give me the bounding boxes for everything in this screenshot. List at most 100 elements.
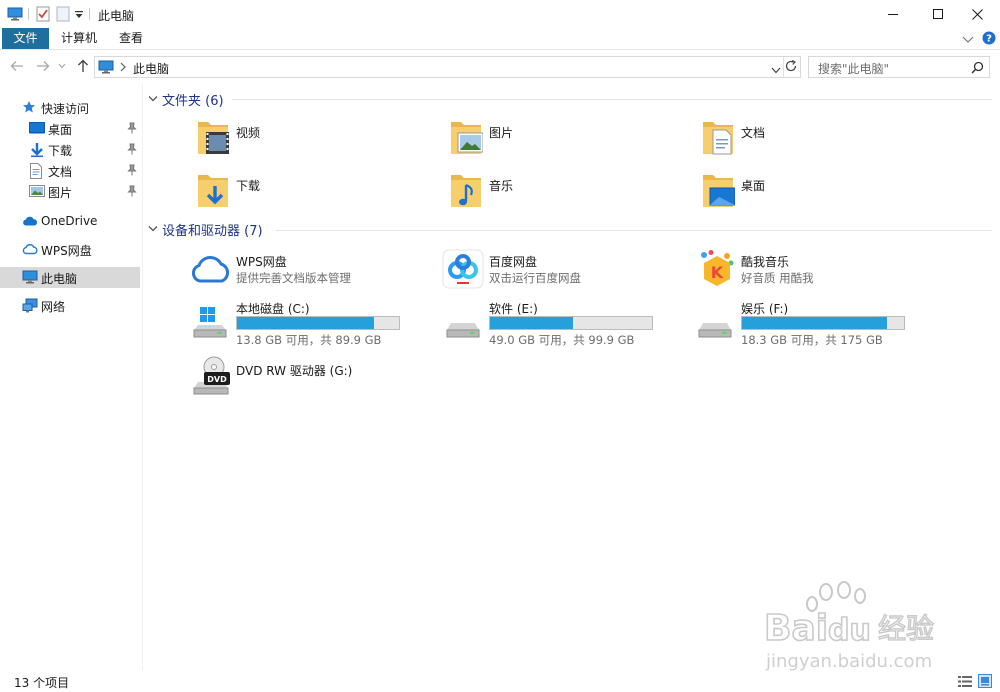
search-icon[interactable] <box>971 61 984 77</box>
address-dropdown-icon[interactable] <box>771 63 781 77</box>
nav-label: WPS网盘 <box>41 244 92 258</box>
tab-view[interactable]: 查看 <box>110 28 152 49</box>
watermark-url: jingyan.baidu.com <box>765 651 932 672</box>
item-subtitle: 提供完善文档版本管理 <box>236 271 351 285</box>
dvd-drive-icon: DVD <box>193 356 230 395</box>
nav-label: 此电脑 <box>41 272 78 286</box>
navigation-pane: 快速访问 桌面 下载 文档 图片 OneDrive WPS网盘 此电脑 网络 <box>0 90 142 670</box>
new-folder-icon[interactable] <box>56 6 70 22</box>
nav-quick-access[interactable]: 快速访问 <box>0 97 140 118</box>
item-subtitle: 好音质 用酷我 <box>741 271 814 285</box>
nav-network[interactable]: 网络 <box>0 295 140 316</box>
window-title: 此电脑 <box>98 9 135 23</box>
pin-icon[interactable] <box>127 122 137 134</box>
drive-free-space: 49.0 GB 可用，共 99.9 GB <box>489 333 635 347</box>
pin-icon[interactable] <box>127 185 137 197</box>
search-input[interactable]: 搜索"此电脑" <box>808 56 990 78</box>
title-bar: 此电脑 <box>0 0 1000 28</box>
desktop-folder-icon <box>703 175 735 207</box>
folder-music[interactable]: 音乐 <box>449 171 689 221</box>
back-button[interactable] <box>8 56 26 76</box>
nav-onedrive[interactable]: OneDrive <box>0 211 140 232</box>
drive-c[interactable]: 本地磁盘 (C:) 13.8 GB 可用，共 89.9 GB <box>193 298 438 348</box>
drive-usage-fill <box>742 317 887 329</box>
nav-label: 图片 <box>48 186 73 200</box>
folder-desktop[interactable]: 桌面 <box>701 171 941 221</box>
close-button[interactable] <box>954 0 1000 28</box>
desktop-icon <box>29 121 45 137</box>
document-icon <box>29 163 45 179</box>
ribbon: 文件 计算机 查看 ? <box>0 28 1000 50</box>
folder-pictures[interactable]: 图片 <box>449 118 689 168</box>
drive-usage-bar <box>741 316 905 330</box>
properties-icon[interactable] <box>36 6 50 22</box>
drive-f[interactable]: 娱乐 (F:) 18.3 GB 可用，共 175 GB <box>698 298 943 348</box>
watermark-brand-a: Bai <box>764 608 828 649</box>
drive-name: 娱乐 (F:) <box>741 302 789 316</box>
nav-label: 下载 <box>48 144 73 158</box>
this-pc-icon[interactable] <box>7 6 23 22</box>
nav-item-downloads[interactable]: 下载 <box>0 139 140 160</box>
refresh-icon[interactable] <box>784 59 798 76</box>
customize-qat-icon[interactable] <box>74 6 84 22</box>
svg-text:?: ? <box>986 34 992 45</box>
item-subtitle: 双击运行百度网盘 <box>489 271 581 285</box>
pin-icon[interactable] <box>127 143 137 155</box>
minimize-button[interactable] <box>870 0 916 28</box>
drive-e[interactable]: 软件 (E:) 49.0 GB 可用，共 99.9 GB <box>446 298 691 348</box>
folders-group-title: 文件夹 (6) <box>162 93 224 109</box>
download-folder-icon <box>198 175 228 207</box>
collapse-chevron-icon[interactable] <box>148 95 158 103</box>
nav-item-desktop[interactable]: 桌面 <box>0 118 140 139</box>
drive-free-space: 18.3 GB 可用，共 175 GB <box>741 333 883 347</box>
wps-drive-item[interactable]: WPS网盘 提供完善文档版本管理 <box>190 251 430 301</box>
breadcrumb[interactable]: 此电脑 <box>133 60 169 77</box>
nav-wps-drive[interactable]: WPS网盘 <box>0 239 140 260</box>
drive-usage-bar <box>489 316 653 330</box>
music-folder-icon <box>451 175 481 207</box>
folder-name: 文档 <box>741 126 766 140</box>
item-name: 酷我音乐 <box>741 255 790 269</box>
folder-name: 下载 <box>236 179 261 193</box>
cloud-icon <box>22 242 38 258</box>
help-icon[interactable]: ? <box>982 31 996 48</box>
download-icon <box>29 142 45 158</box>
nav-item-documents[interactable]: 文档 <box>0 160 140 181</box>
kuwo-music-item[interactable]: K 酷我音乐 好音质 用酷我 <box>697 249 937 299</box>
nav-this-pc[interactable]: 此电脑 <box>0 267 140 288</box>
folder-name: 音乐 <box>489 179 514 193</box>
nav-label: 快速访问 <box>41 102 90 116</box>
folder-videos[interactable]: 视频 <box>196 118 436 168</box>
hard-drive-icon <box>698 323 732 338</box>
folder-name: 图片 <box>489 126 514 140</box>
forward-button[interactable] <box>34 56 52 76</box>
folder-documents[interactable]: 文档 <box>701 118 941 168</box>
baidu-jingyan-watermark: Bai du 经验 jingyan.baidu.com <box>762 580 952 675</box>
item-name: 百度网盘 <box>489 255 538 269</box>
tab-computer[interactable]: 计算机 <box>55 28 103 49</box>
devices-group-header[interactable]: 设备和驱动器 (7) <box>147 220 263 239</box>
up-button[interactable] <box>74 56 92 76</box>
dvd-drive[interactable]: DVD DVD RW 驱动器 (G:) <box>190 356 430 406</box>
folders-group-header[interactable]: 文件夹 (6) <box>147 90 224 109</box>
pane-divider[interactable] <box>142 84 143 670</box>
nav-label: 文档 <box>48 165 73 179</box>
drive-usage-bar <box>236 316 400 330</box>
tab-file[interactable]: 文件 <box>2 28 49 49</box>
expand-ribbon-icon[interactable] <box>962 33 974 47</box>
nav-item-pictures[interactable]: 图片 <box>0 181 140 202</box>
drive-free-space: 13.8 GB 可用，共 89.9 GB <box>236 333 382 347</box>
address-bar[interactable]: 此电脑 <box>94 56 801 78</box>
recent-locations-button[interactable] <box>56 56 68 76</box>
watermark-brand-c: 经验 <box>878 612 934 645</box>
large-icons-view-icon[interactable] <box>978 674 992 691</box>
breadcrumb-chevron-icon[interactable] <box>120 61 126 75</box>
details-view-icon[interactable] <box>958 675 972 691</box>
pin-icon[interactable] <box>127 164 137 176</box>
kuwo-music-icon: K <box>701 250 734 286</box>
this-pc-icon <box>22 270 38 286</box>
collapse-chevron-icon[interactable] <box>148 225 158 233</box>
baidu-netdisk-item[interactable]: 百度网盘 双击运行百度网盘 <box>442 249 682 299</box>
folder-downloads[interactable]: 下载 <box>196 171 436 221</box>
item-name: WPS网盘 <box>236 255 287 269</box>
